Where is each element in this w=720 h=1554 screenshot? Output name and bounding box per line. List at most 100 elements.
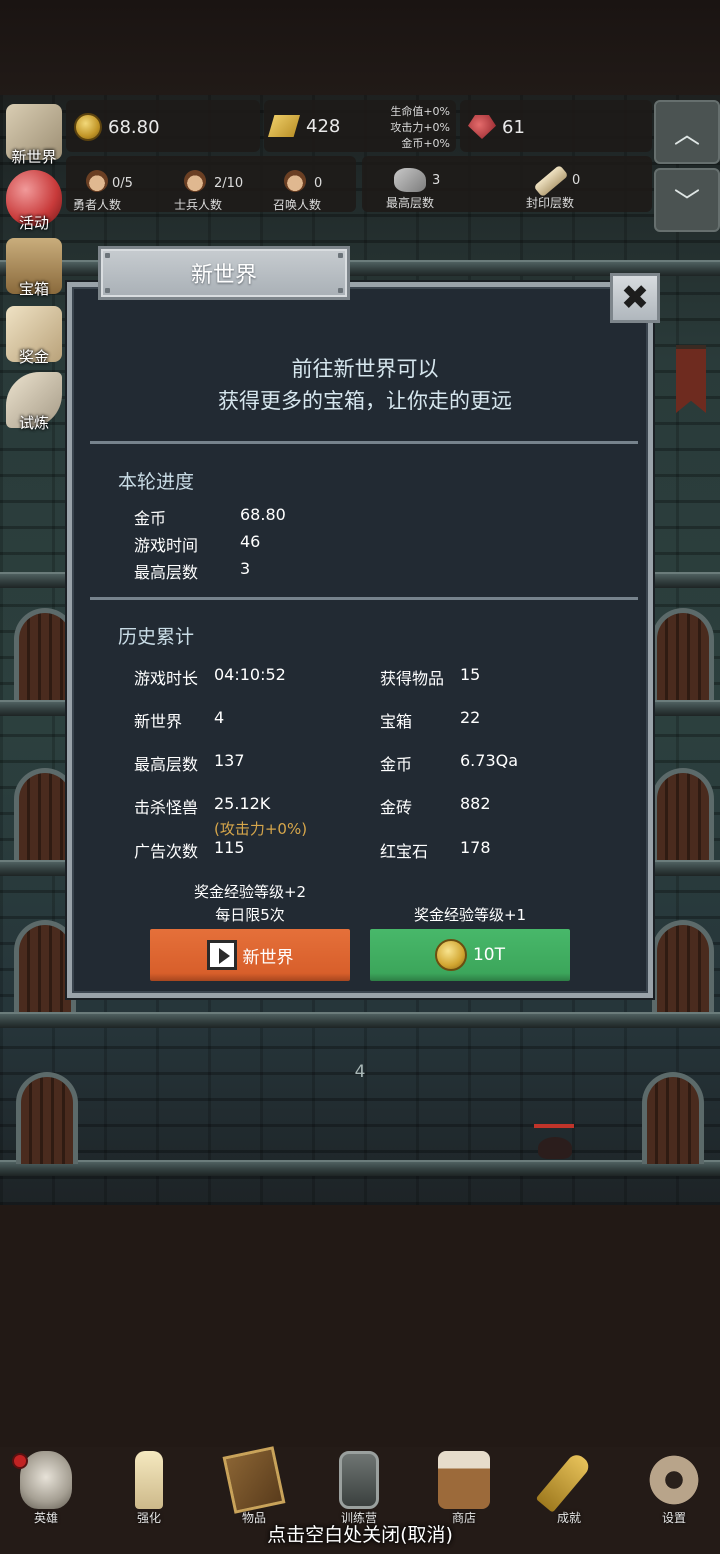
- dialog-title: 新世界: [190, 263, 257, 288]
- divider: [90, 441, 638, 444]
- gold-bar-icon: [268, 115, 300, 137]
- nav-training[interactable]: 训练营: [309, 1447, 409, 1527]
- round-progress-title: 本轮进度: [118, 471, 195, 493]
- rubies-counter: 61: [468, 115, 525, 139]
- lantern-icon: [339, 1451, 379, 1509]
- floor-number: 4: [354, 1062, 366, 1082]
- gold-bars-value: 428: [306, 115, 341, 137]
- history-gold-bricks-label: 金砖: [380, 798, 413, 817]
- coin-button-label: 10T: [472, 945, 506, 965]
- dialog-title-plate: 新世界: [98, 246, 350, 300]
- heroes-stat: 0/5 勇者人数: [66, 158, 162, 212]
- coins-value: 68.80: [108, 116, 160, 138]
- history-kills-value: 25.12K: [214, 794, 271, 813]
- summons-stat: 0 召唤人数: [262, 158, 354, 212]
- close-icon: ✖: [620, 278, 650, 318]
- round-max-floor-label: 最高层数: [134, 563, 199, 582]
- max-floor-stat: 3 最高层数: [374, 158, 484, 212]
- history-rubies-label: 红宝石: [380, 842, 429, 861]
- round-time-value: 46: [240, 532, 261, 551]
- dungeon-door: [652, 608, 714, 700]
- candle-icon: [135, 1451, 163, 1509]
- tap-to-dismiss-hint: 点击空白处关闭(取消): [267, 1524, 453, 1546]
- floor-ledge: [0, 1160, 720, 1176]
- wall-banner: [676, 345, 706, 413]
- bonus-attack: 攻击力+0%: [390, 121, 450, 134]
- heroes-label: 勇者人数: [72, 198, 121, 212]
- notification-dot: [12, 1453, 28, 1469]
- history-chests-value: 22: [460, 708, 481, 727]
- nav-shop[interactable]: 商店: [414, 1447, 514, 1527]
- dungeon-ceiling: [0, 0, 720, 95]
- bonus-hp: 生命值+0%: [390, 105, 450, 118]
- history-title: 历史累计: [118, 626, 195, 648]
- pay-coins-new-world-button[interactable]: 10T: [370, 929, 570, 981]
- lower-empty-area[interactable]: [0, 1205, 720, 1447]
- round-coins-label: 金币: [134, 509, 167, 528]
- watch-video-new-world-button[interactable]: 新世界: [150, 929, 350, 981]
- hero-icon: [86, 170, 108, 192]
- side-item-bonus[interactable]: 奖金: [0, 306, 68, 372]
- round-coins-value: 68.80: [240, 505, 286, 524]
- scroll-icon: [533, 164, 569, 198]
- coin-icon: [434, 939, 467, 971]
- round-time-label: 游戏时间: [134, 536, 199, 555]
- rivet: [105, 288, 110, 293]
- chevron-down-icon: ﹀: [673, 187, 700, 218]
- video-button-label: 新世界: [242, 947, 294, 968]
- gear-icon: [648, 1451, 700, 1509]
- rivet: [105, 253, 110, 258]
- nav-enhance[interactable]: 强化: [99, 1447, 199, 1527]
- side-item-events[interactable]: 活动: [0, 170, 68, 236]
- spider-enemy[interactable]: [538, 1137, 572, 1159]
- coin-icon: [74, 113, 102, 141]
- book-icon: [222, 1446, 286, 1514]
- history-ads-label: 广告次数: [134, 842, 199, 861]
- soldiers-stat: 2/10 士兵人数: [164, 158, 260, 212]
- floor-ledge: [0, 1012, 720, 1028]
- nav-achievements[interactable]: 成就: [519, 1447, 619, 1527]
- close-button[interactable]: ✖: [610, 273, 660, 323]
- side-label-events: 活动: [18, 214, 49, 232]
- dungeon-door: [652, 920, 714, 1012]
- side-item-new-world[interactable]: 新世界: [0, 104, 68, 170]
- intro-line-2: 获得更多的宝箱，让你走的更远: [218, 389, 512, 413]
- dungeon-door: [642, 1072, 704, 1164]
- sealed-label: 封印层数: [525, 196, 574, 210]
- nav-items[interactable]: 物品: [204, 1446, 304, 1527]
- history-gold-bricks-value: 882: [460, 794, 491, 813]
- nav-settings[interactable]: 设置: [624, 1447, 720, 1527]
- side-label-bonus: 奖金: [18, 348, 49, 366]
- side-item-trial[interactable]: 试炼: [0, 372, 68, 438]
- max-floor-value: 3: [432, 173, 441, 188]
- history-coins-label: 金币: [380, 755, 413, 774]
- history-max-floor-value: 137: [214, 751, 245, 770]
- summon-icon: [284, 170, 306, 192]
- side-item-chest[interactable]: 宝箱: [0, 238, 68, 304]
- gold-bars-counter: 428: [268, 115, 340, 137]
- rivet: [338, 288, 343, 293]
- video-daily-limit: 每日限5次: [215, 906, 285, 924]
- enemy-health-bar: [534, 1124, 574, 1128]
- coin-reward-caption: 奖金经验等级+1: [413, 906, 527, 924]
- nav-heroes[interactable]: 英雄: [0, 1447, 96, 1527]
- round-max-floor-value: 3: [240, 559, 251, 578]
- key-icon: [535, 1451, 593, 1513]
- scroll-up-button[interactable]: ︿: [654, 100, 720, 164]
- summons-value: 0: [314, 176, 323, 191]
- heroes-value: 0/5: [112, 176, 133, 191]
- kills-attack-bonus-note: (攻击力+0%): [214, 820, 308, 838]
- bonus-list: 生命值+0% 攻击力+0% 金币+0%: [372, 104, 450, 152]
- video-reward-caption: 奖金经验等级+2 每日限5次: [150, 881, 350, 927]
- sealed-floor-stat: 0 封印层数: [518, 158, 638, 212]
- history-items-label: 获得物品: [380, 669, 445, 688]
- side-label-new-world: 新世界: [11, 148, 57, 166]
- chevron-up-icon: ︿: [673, 119, 700, 150]
- rock-icon: [394, 168, 426, 192]
- side-label-trial: 试炼: [18, 414, 49, 432]
- dungeon-door: [16, 1072, 78, 1164]
- soldiers-label: 士兵人数: [173, 198, 222, 212]
- ruby-icon: [468, 115, 496, 139]
- scroll-down-button[interactable]: ﹀: [654, 168, 720, 232]
- new-world-dialog: 前往新世界可以 获得更多的宝箱，让你走的更远 本轮进度 金币 68.80 游戏时…: [67, 282, 653, 998]
